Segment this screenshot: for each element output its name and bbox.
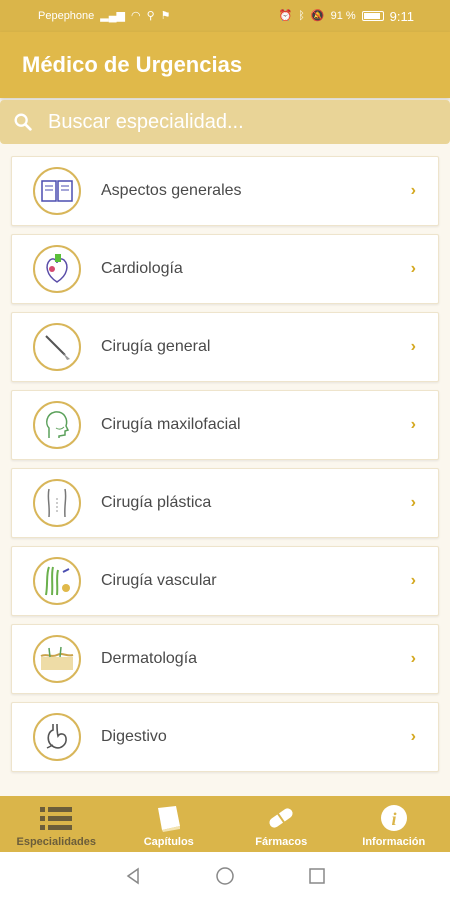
- battery-percent: 91 %: [330, 10, 356, 22]
- search-input[interactable]: [46, 109, 410, 135]
- list-item[interactable]: Dermatología ›: [11, 624, 439, 694]
- list-item[interactable]: Cirugía vascular ›: [11, 546, 439, 616]
- chevron-right-icon: ›: [410, 728, 416, 745]
- info-icon: i: [380, 804, 408, 832]
- carrier-name: Pepephone: [38, 10, 95, 22]
- home-icon[interactable]: [214, 865, 236, 887]
- clock: 9:11: [389, 8, 414, 24]
- bluetooth-icon: ᛒ: [298, 9, 305, 22]
- nav-label: Especialidades: [16, 836, 97, 848]
- nav-informacion[interactable]: i Información: [338, 796, 450, 852]
- system-navigation: [0, 852, 450, 900]
- nav-especialidades[interactable]: Especialidades: [0, 796, 113, 852]
- list-item-label: Cardiología: [101, 260, 183, 277]
- list-item[interactable]: Digestivo ›: [11, 702, 439, 772]
- chevron-right-icon: ›: [410, 650, 416, 667]
- list-item-label: Aspectos generales: [101, 182, 242, 199]
- list-item-label: Digestivo: [101, 728, 167, 745]
- flag-icon: ⚑: [160, 9, 171, 22]
- search-bar[interactable]: [0, 100, 450, 144]
- chevron-right-icon: ›: [410, 182, 416, 199]
- wifi-icon: ◠: [131, 9, 141, 22]
- nav-capitulos[interactable]: Capítulos: [113, 796, 226, 852]
- list-item-label: Dermatología: [101, 650, 198, 667]
- signal-icon: ▂▄▆: [100, 9, 125, 22]
- chevron-right-icon: ›: [410, 494, 416, 511]
- list-item[interactable]: Cirugía maxilofacial ›: [11, 390, 439, 460]
- stomach-icon: [33, 713, 81, 761]
- usb-icon: ⚲: [146, 9, 155, 22]
- page-title: Médico de Urgencias: [22, 52, 243, 77]
- list-item-label: Cirugía general: [101, 338, 211, 355]
- recents-icon[interactable]: [306, 865, 328, 887]
- search-icon: [14, 113, 32, 131]
- battery-icon: [361, 11, 384, 21]
- scalpel-icon: [33, 323, 81, 371]
- back-icon[interactable]: [122, 865, 144, 887]
- bottom-navigation: Especialidades Capítulos Fármacos i Info…: [0, 796, 450, 852]
- chevron-right-icon: ›: [410, 260, 416, 277]
- nav-label: Información: [362, 836, 426, 848]
- svg-text:i: i: [391, 809, 396, 829]
- alarm-icon: ⏰: [278, 9, 293, 22]
- list-item[interactable]: Cirugía general ›: [11, 312, 439, 382]
- head-icon: [33, 401, 81, 449]
- list-item-label: Cirugía plástica: [101, 494, 212, 511]
- list-item[interactable]: Cirugía plástica ›: [11, 468, 439, 538]
- pill-icon: [265, 804, 297, 832]
- status-bar: Pepephone ▂▄▆ ◠ ⚲ ⚑ ⏰ ᛒ 🔕 91 % 9:11: [0, 0, 450, 32]
- torso-icon: [33, 479, 81, 527]
- list-item-label: Cirugía vascular: [101, 572, 217, 589]
- specialty-list: Aspectos generales › Cardiología › Cirug…: [11, 156, 439, 780]
- chevron-right-icon: ›: [410, 338, 416, 355]
- nav-label: Fármacos: [255, 836, 308, 848]
- book-closed-icon: [154, 804, 184, 832]
- chevron-right-icon: ›: [410, 572, 416, 589]
- nav-farmacos[interactable]: Fármacos: [225, 796, 338, 852]
- chevron-right-icon: ›: [410, 416, 416, 433]
- vessels-icon: [33, 557, 81, 605]
- list-item[interactable]: Aspectos generales ›: [11, 156, 439, 226]
- list-item-label: Cirugía maxilofacial: [101, 416, 241, 433]
- mute-icon: 🔕: [310, 9, 325, 22]
- nav-label: Capítulos: [143, 836, 194, 848]
- list-item[interactable]: Cardiología ›: [11, 234, 439, 304]
- book-icon: [33, 167, 81, 215]
- list-icon: [40, 804, 73, 832]
- skin-icon: [33, 635, 81, 683]
- app-bar: Médico de Urgencias: [0, 32, 450, 98]
- heart-icon: [33, 245, 81, 293]
